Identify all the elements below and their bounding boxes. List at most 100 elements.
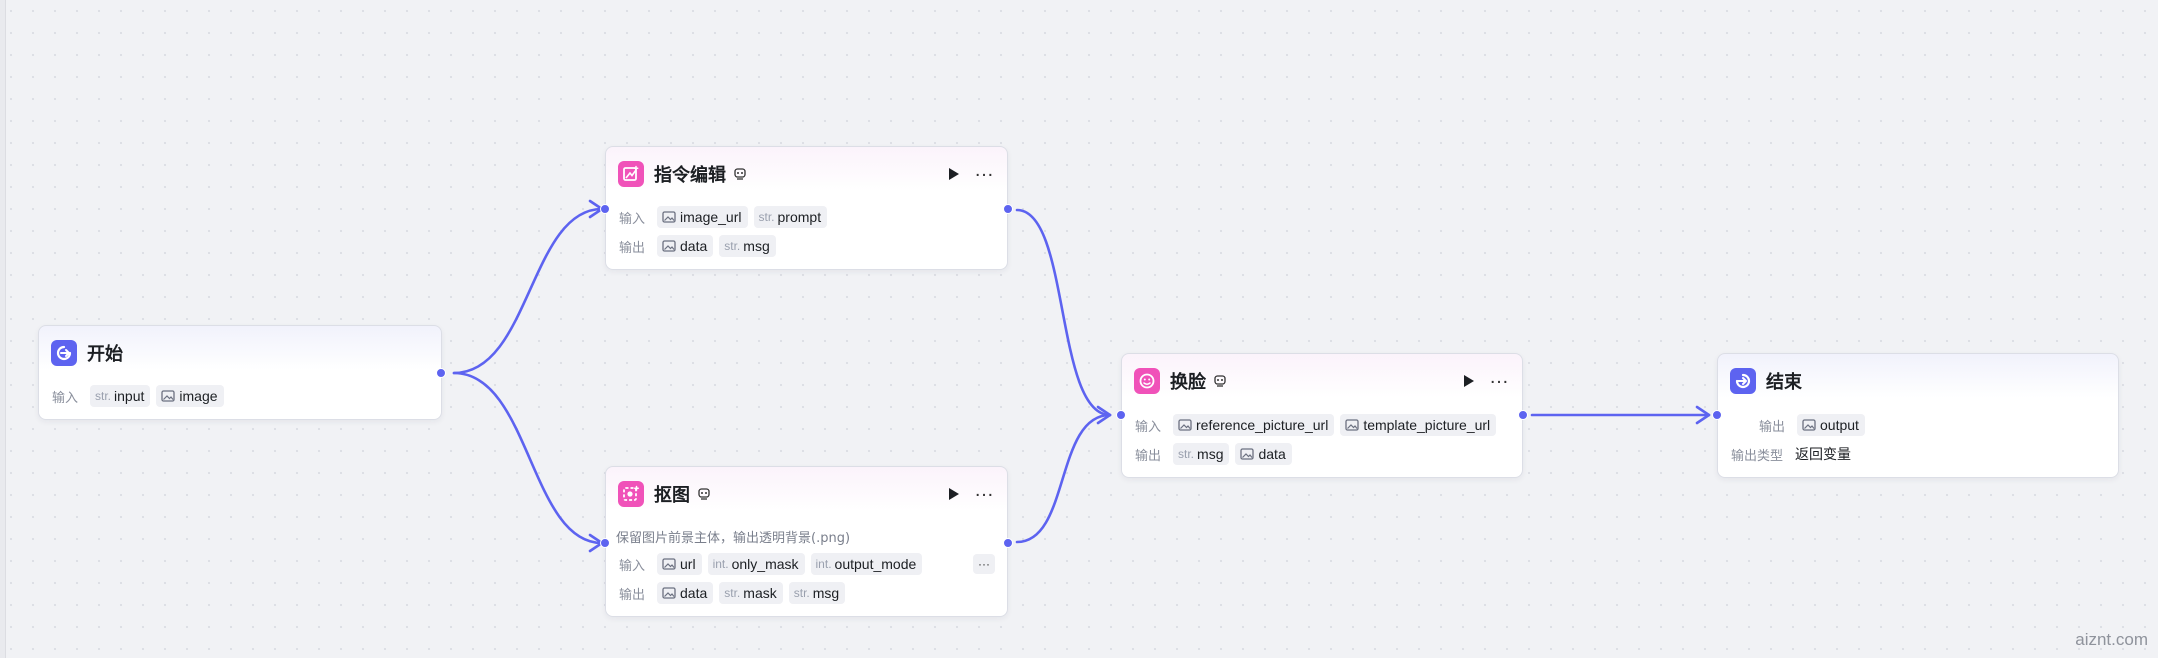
param-name: mask bbox=[743, 585, 777, 601]
edge-instruct-edit-to-face-swap bbox=[1015, 208, 1112, 417]
param-name: data bbox=[680, 238, 708, 254]
port-face-swap-in[interactable] bbox=[1116, 410, 1126, 420]
param-pill: image bbox=[156, 385, 224, 407]
workflow-canvas[interactable]: 开始 输入 str. input image 指令编辑 … 输入 image_ur… bbox=[0, 0, 2158, 658]
node-face-swap-input-row: 输入 reference_picture_url template_pictur… bbox=[1135, 413, 1510, 437]
param-pill: template_picture_url bbox=[1340, 414, 1497, 436]
output-type-label: 输出类型 bbox=[1731, 448, 1784, 464]
edge-start-to-cutout bbox=[452, 371, 604, 545]
port-cutout-out[interactable] bbox=[1003, 538, 1013, 548]
param-name: msg bbox=[1197, 446, 1224, 462]
more-options-icon[interactable]: … bbox=[1489, 367, 1510, 390]
port-end-in[interactable] bbox=[1712, 410, 1722, 420]
type-prefix: int. bbox=[815, 557, 832, 571]
param-pill: output bbox=[1797, 414, 1865, 436]
node-start-title: 开始 bbox=[87, 344, 123, 365]
more-options-icon[interactable]: … bbox=[974, 480, 995, 503]
port-instruct-edit-in[interactable] bbox=[600, 204, 610, 214]
param-pill: str. input bbox=[90, 385, 151, 407]
image-icon bbox=[662, 587, 676, 599]
start-icon bbox=[51, 340, 77, 366]
model-icon bbox=[697, 487, 711, 501]
param-name: input bbox=[114, 388, 145, 404]
type-prefix: int. bbox=[712, 557, 729, 571]
node-instruct-edit-input-row: 输入 image_url str. prompt bbox=[619, 205, 995, 229]
node-cutout-output-row: 输出 data str. mask str. msg bbox=[619, 581, 995, 605]
param-pill: int. only_mask bbox=[707, 553, 805, 575]
run-button[interactable] bbox=[947, 487, 960, 501]
param-pill: str. msg bbox=[1173, 443, 1230, 465]
image-icon bbox=[161, 390, 176, 402]
node-start[interactable]: 开始 输入 str. input image bbox=[38, 325, 442, 420]
image-edit-icon bbox=[618, 161, 644, 187]
node-end[interactable]: 结束 输出 output 输出类型 返回变量 bbox=[1717, 353, 2119, 478]
output-label: 输出 bbox=[619, 587, 646, 603]
arrowhead-face-swap bbox=[1096, 405, 1112, 425]
node-face-swap-title: 换脸 bbox=[1170, 372, 1206, 393]
run-button[interactable] bbox=[947, 167, 960, 181]
image-icon bbox=[1240, 448, 1255, 460]
node-end-title: 结束 bbox=[1766, 372, 1802, 393]
image-icon bbox=[662, 211, 676, 223]
param-name: msg bbox=[812, 585, 840, 601]
param-name: output bbox=[1820, 417, 1859, 433]
image-icon bbox=[1802, 419, 1816, 431]
more-params-button[interactable]: ··· bbox=[973, 554, 995, 574]
param-name: output_mode bbox=[834, 556, 917, 572]
param-name: msg bbox=[743, 238, 770, 254]
param-pill: data bbox=[1235, 443, 1292, 465]
image-icon bbox=[662, 558, 676, 570]
node-cutout-header: 抠图 … bbox=[618, 479, 995, 509]
param-name: image bbox=[179, 388, 218, 404]
node-start-header: 开始 bbox=[51, 338, 429, 368]
type-prefix: str. bbox=[724, 586, 741, 600]
image-icon bbox=[662, 240, 676, 252]
node-cutout-input-row: 输入 url int. only_mask int. output_mode ··· bbox=[619, 552, 995, 576]
param-pill: str. msg bbox=[788, 582, 846, 604]
input-label: 输入 bbox=[619, 558, 646, 574]
param-pill: reference_picture_url bbox=[1173, 414, 1335, 436]
param-name: template_picture_url bbox=[1363, 417, 1491, 433]
node-end-output-type-row: 输出类型 返回变量 bbox=[1731, 442, 2106, 466]
param-pill: str. prompt bbox=[753, 206, 828, 228]
node-end-header: 结束 bbox=[1730, 366, 2106, 396]
image-icon bbox=[1178, 419, 1192, 431]
node-instruct-edit[interactable]: 指令编辑 … 输入 image_url str. prompt 输出 data s… bbox=[605, 146, 1008, 270]
run-button[interactable] bbox=[1462, 374, 1475, 388]
input-label: 输入 bbox=[1135, 419, 1162, 435]
param-pill: int. output_mode bbox=[810, 553, 923, 575]
node-instruct-edit-title: 指令编辑 bbox=[654, 165, 726, 186]
param-name: reference_picture_url bbox=[1196, 417, 1329, 433]
param-name: image_url bbox=[680, 209, 742, 225]
model-icon bbox=[733, 167, 747, 181]
param-pill: str. mask bbox=[719, 582, 783, 604]
node-cutout[interactable]: 抠图 … 保留图片前景主体，输出透明背景(.png) 输入 url int. on… bbox=[605, 466, 1008, 617]
param-name: data bbox=[1258, 446, 1286, 462]
type-prefix: str. bbox=[724, 239, 741, 253]
output-type-value: 返回变量 bbox=[1795, 447, 1852, 463]
input-label: 输入 bbox=[52, 390, 79, 406]
port-cutout-in[interactable] bbox=[600, 538, 610, 548]
output-label: 输出 bbox=[1759, 419, 1786, 435]
type-prefix: str. bbox=[95, 389, 112, 403]
port-face-swap-out[interactable] bbox=[1518, 410, 1528, 420]
node-cutout-title: 抠图 bbox=[654, 485, 690, 506]
left-rail bbox=[0, 0, 6, 658]
output-label: 输出 bbox=[619, 240, 646, 256]
param-pill: url bbox=[657, 553, 702, 575]
param-pill: image_url bbox=[657, 206, 748, 228]
type-prefix: str. bbox=[1178, 447, 1195, 461]
port-start-out[interactable] bbox=[436, 368, 446, 378]
arrowhead-end bbox=[1695, 405, 1711, 425]
port-instruct-edit-out[interactable] bbox=[1003, 204, 1013, 214]
node-start-input-row: 输入 str. input image bbox=[52, 384, 429, 408]
watermark: aiznt.com bbox=[2075, 630, 2148, 649]
cutout-icon bbox=[618, 481, 644, 507]
edge-cutout-to-face-swap bbox=[1015, 413, 1112, 544]
node-face-swap[interactable]: 换脸 … 输入 reference_picture_url template_p… bbox=[1121, 353, 1523, 478]
model-icon bbox=[1213, 374, 1227, 388]
param-name: data bbox=[680, 585, 708, 601]
more-options-icon[interactable]: … bbox=[974, 160, 995, 183]
param-pill: data bbox=[657, 582, 714, 604]
type-prefix: str. bbox=[793, 586, 810, 600]
